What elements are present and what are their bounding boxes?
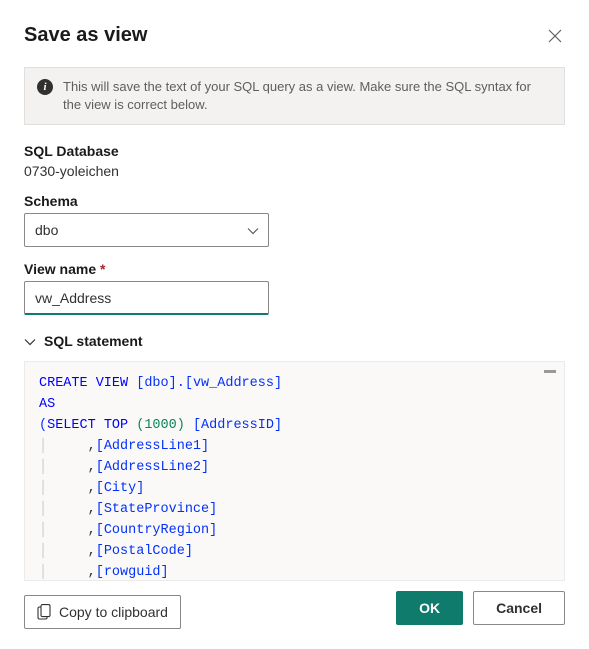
viewname-label: View name * bbox=[24, 261, 565, 277]
ok-button[interactable]: OK bbox=[396, 591, 463, 625]
sql-statement-label: SQL statement bbox=[44, 333, 143, 349]
chevron-down-icon bbox=[24, 333, 36, 349]
db-value: 0730-yoleichen bbox=[24, 163, 119, 179]
schema-label: Schema bbox=[24, 193, 565, 209]
db-label: SQL Database bbox=[24, 143, 565, 159]
copy-icon bbox=[37, 604, 51, 620]
sql-code-editor[interactable]: CREATE VIEW [dbo].[vw_Address] AS (SELEC… bbox=[24, 361, 565, 581]
info-text: This will save the text of your SQL quer… bbox=[63, 78, 552, 114]
dialog-header: Save as view bbox=[24, 24, 565, 47]
viewname-input[interactable] bbox=[24, 281, 269, 315]
copy-to-clipboard-button[interactable]: Copy to clipboard bbox=[24, 595, 181, 629]
footer-right: OK Cancel bbox=[396, 591, 565, 625]
close-button[interactable] bbox=[545, 26, 565, 46]
close-icon bbox=[548, 29, 562, 43]
sql-statement-toggle[interactable]: SQL statement bbox=[24, 333, 565, 349]
copy-label: Copy to clipboard bbox=[59, 604, 168, 620]
info-banner: i This will save the text of your SQL qu… bbox=[24, 67, 565, 125]
code-minimap bbox=[544, 370, 556, 373]
schema-select[interactable]: dbo bbox=[24, 213, 269, 247]
field-sql-database: SQL Database 0730-yoleichen bbox=[24, 143, 565, 179]
dialog-title: Save as view bbox=[24, 24, 147, 47]
field-view-name: View name * bbox=[24, 261, 565, 315]
info-icon: i bbox=[37, 79, 53, 95]
cancel-button[interactable]: Cancel bbox=[473, 591, 565, 625]
field-schema: Schema dbo bbox=[24, 193, 565, 247]
